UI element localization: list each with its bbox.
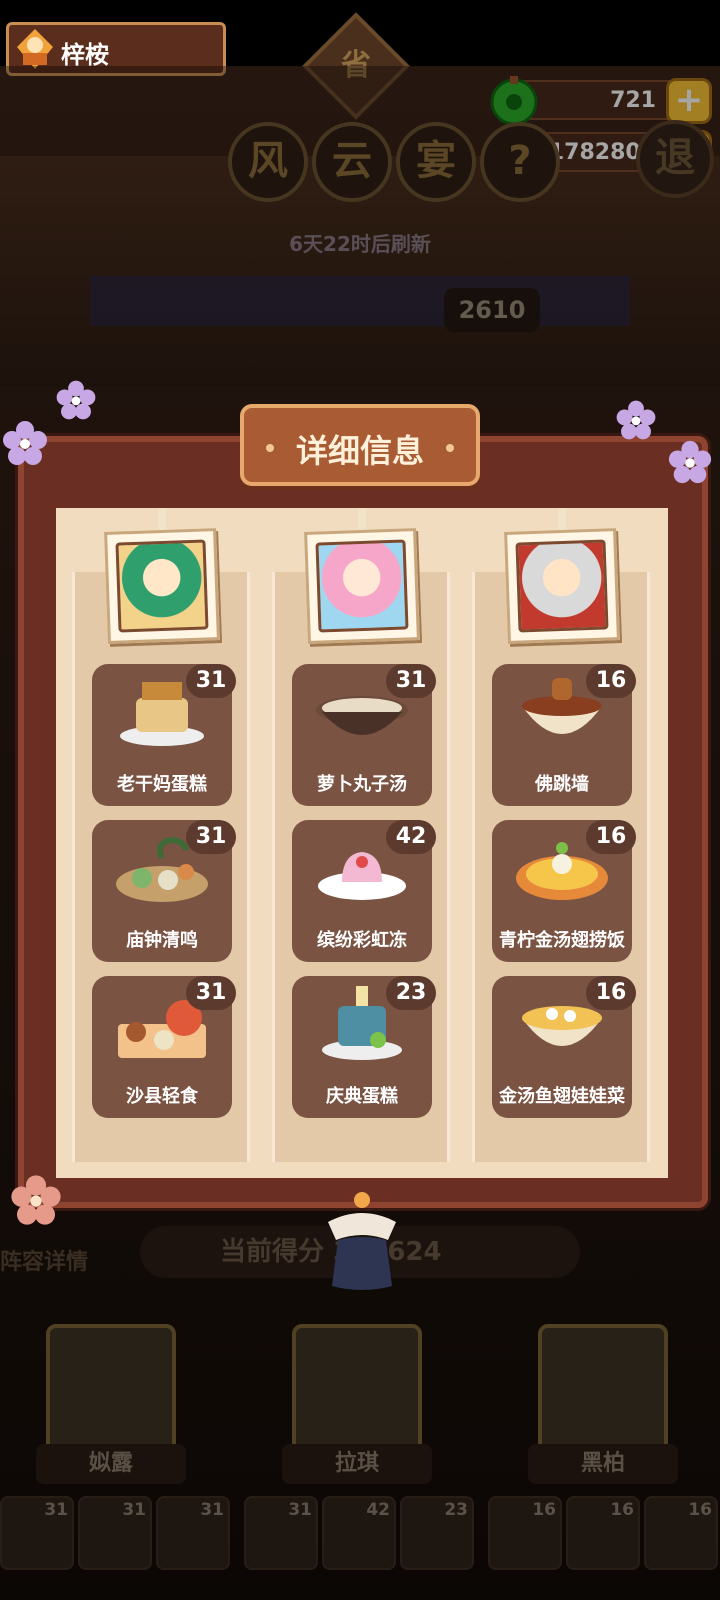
dish-count: 31 — [386, 664, 436, 698]
refresh-timer: 6天22时后刷新 — [289, 232, 431, 256]
bottom-chef-name-2: 拉琪 — [282, 1444, 432, 1484]
chef-portrait-3[interactable] — [504, 528, 620, 644]
dish-card[interactable]: 23 庆典蛋糕 — [292, 976, 436, 1118]
dish-count: 31 — [186, 820, 236, 854]
jade-icon — [490, 76, 538, 126]
dish-name: 金汤鱼翅娃娃菜 — [499, 1086, 625, 1107]
bottom-dish-8[interactable]: 16 — [566, 1496, 640, 1570]
bottom-chef-name-3: 黑柏 — [528, 1444, 678, 1484]
chef-portrait-2[interactable] — [304, 528, 420, 644]
dish-card[interactable]: 16 青柠金汤翅捞饭 — [492, 820, 636, 962]
dish-card[interactable]: 31 老干妈蛋糕 — [92, 664, 236, 806]
dish-count: 42 — [386, 820, 436, 854]
bottom-dish-7[interactable]: 16 — [488, 1496, 562, 1570]
bottom-chef-name-1: 姒露 — [36, 1444, 186, 1484]
bottom-chef-portrait-2[interactable] — [292, 1324, 422, 1454]
bottom-dish-5[interactable]: 42 — [322, 1496, 396, 1570]
add-jade-button[interactable]: + — [666, 78, 712, 124]
bottom-dish-9[interactable]: 16 — [644, 1496, 718, 1570]
player-avatar-icon — [17, 29, 53, 69]
dish-name: 庆典蛋糕 — [326, 1086, 398, 1107]
dish-count: 31 — [186, 976, 236, 1010]
help-button[interactable]: ? — [480, 122, 560, 202]
dish-name: 庙钟清鸣 — [126, 930, 198, 951]
chef-portrait-1[interactable] — [104, 528, 220, 644]
dish-card[interactable]: 31 萝卜丸子汤 — [292, 664, 436, 806]
dish-name: 缤纷彩虹冻 — [317, 930, 407, 951]
title-char-1: 风 — [228, 122, 308, 202]
dish-card[interactable]: 31 沙县轻食 — [92, 976, 236, 1118]
lineup-detail-tab[interactable]: 阵容详情 — [0, 1244, 88, 1276]
dish-card[interactable]: 16 佛跳墙 — [492, 664, 636, 806]
dish-count: 16 — [586, 820, 636, 854]
flower-icon — [11, 1175, 61, 1225]
bottom-chef-portrait-1[interactable] — [46, 1324, 176, 1454]
dish-count: 23 — [386, 976, 436, 1010]
dish-count: 31 — [186, 664, 236, 698]
dish-count: 16 — [586, 664, 636, 698]
dish-name: 青柠金汤翅捞饭 — [499, 930, 625, 951]
exit-button[interactable]: 退 — [636, 120, 714, 198]
dish-card[interactable]: 31 庙钟清鸣 — [92, 820, 236, 962]
bottom-dish-6[interactable]: 23 — [400, 1496, 474, 1570]
title-char-2: 云 — [312, 122, 392, 202]
tassel-knot-icon — [328, 1192, 396, 1290]
dish-name: 萝卜丸子汤 — [317, 774, 407, 795]
modal-title: 详细信息 — [240, 404, 480, 486]
bottom-dish-4[interactable]: 31 — [244, 1496, 318, 1570]
player-card[interactable]: 梓桉 — [6, 22, 226, 76]
rank-score: 2610 — [444, 288, 540, 332]
bottom-dish-2[interactable]: 31 — [78, 1496, 152, 1570]
dish-name: 沙县轻食 — [126, 1086, 198, 1107]
jade-amount: 721 — [610, 88, 656, 113]
flower-icon — [3, 421, 47, 465]
bottom-chef-portrait-3[interactable] — [538, 1324, 668, 1454]
player-name: 梓桉 — [61, 41, 109, 69]
dish-name: 老干妈蛋糕 — [117, 774, 207, 795]
roof-band — [90, 276, 630, 326]
title-char-3: 宴 — [396, 122, 476, 202]
jade-resource: 721 + — [490, 76, 712, 126]
event-title: 风 云 宴 ? — [228, 122, 560, 210]
bottom-dish-3[interactable]: 31 — [156, 1496, 230, 1570]
flower-icon — [56, 380, 96, 420]
dish-card[interactable]: 16 金汤鱼翅娃娃菜 — [492, 976, 636, 1118]
flower-icon — [668, 440, 712, 484]
dish-count: 16 — [586, 976, 636, 1010]
flower-icon — [616, 400, 656, 440]
bottom-dish-1[interactable]: 31 — [0, 1496, 74, 1570]
dish-card[interactable]: 42 缤纷彩虹冻 — [292, 820, 436, 962]
dish-name: 佛跳墙 — [535, 774, 589, 795]
